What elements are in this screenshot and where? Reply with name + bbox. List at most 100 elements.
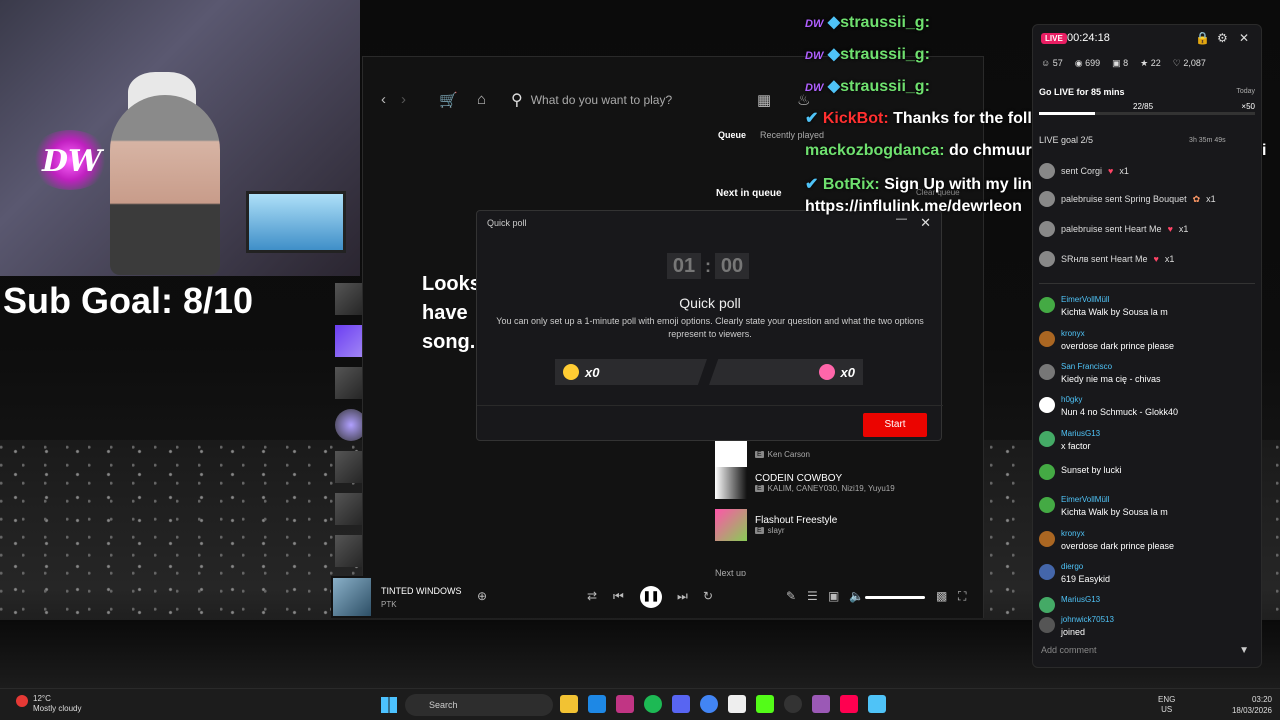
chat-username[interactable]: h0gky (1061, 395, 1178, 404)
tab-recently-played[interactable]: Recently played (760, 130, 824, 140)
add-comment-input[interactable]: Add comment (1041, 645, 1097, 655)
chat-username[interactable]: MariusG13 (1061, 429, 1100, 438)
kick-icon[interactable] (756, 695, 774, 713)
close-icon[interactable]: ✕ (1239, 31, 1249, 45)
poll-option-right[interactable]: x0 (709, 359, 863, 385)
track-artist: slayr (767, 526, 785, 535)
windows-start-icon[interactable] (381, 697, 397, 713)
next-icon[interactable]: ⏭ (677, 589, 688, 604)
device-icon[interactable]: ▣ (828, 589, 839, 603)
cart-icon[interactable]: 🛒 (439, 91, 458, 109)
obs-icon[interactable] (784, 695, 802, 713)
avatar[interactable] (1039, 531, 1055, 547)
dialog-title: Quick poll (487, 218, 527, 228)
taskbar-search[interactable]: Search (405, 694, 553, 716)
queue-track[interactable]: E Ken Carson (715, 438, 810, 470)
next-in-queue-heading: Next in queue (716, 188, 782, 199)
chrome-icon[interactable] (700, 695, 718, 713)
avatar[interactable] (1039, 464, 1055, 480)
search-input[interactable]: What do you want to play? (531, 93, 672, 107)
discord-icon[interactable] (672, 695, 690, 713)
explicit-badge: E (755, 527, 764, 534)
live-timer: 00:24:18 (1067, 32, 1110, 44)
windows-taskbar: 12°C Mostly cloudy Search ENG US 03:20 18/0… (0, 688, 1280, 720)
avatar[interactable] (1039, 431, 1055, 447)
heart-icon: ♥ (1153, 254, 1159, 264)
browse-icon[interactable]: ▦ (757, 91, 771, 109)
track-title: CODEIN COWBOY (755, 473, 843, 484)
gift-alert: sent Corgi ♥ x1 (1039, 163, 1129, 179)
file-explorer-icon[interactable] (560, 695, 578, 713)
goal-progress-text: 22/85 (1133, 102, 1154, 111)
explicit-badge: E (755, 450, 764, 458)
now-playing-artist[interactable]: PTK (381, 600, 397, 609)
notepad-icon[interactable] (868, 695, 886, 713)
pause-button[interactable]: ❚❚ (640, 586, 662, 608)
fullscreen-icon[interactable]: ⛶ (958, 589, 966, 604)
language-indicator[interactable]: ENG US (1158, 695, 1175, 715)
forward-icon[interactable]: › (401, 91, 406, 108)
repeat-icon[interactable]: ↻ (703, 589, 713, 603)
chat-username[interactable]: diergo (1061, 562, 1110, 571)
stream-stats: ☺ 57 ◉ 699 ▣ 8 ★ 22 ♡ 2,087 (1041, 58, 1206, 69)
likes-stat: ♡ 2,087 (1172, 58, 1206, 68)
home-icon[interactable]: ⌂ (477, 91, 486, 108)
add-to-library-icon[interactable]: ⊕ (477, 589, 487, 603)
chat-text: 619 Easykid (1061, 574, 1111, 584)
start-button[interactable]: Start (863, 413, 927, 437)
shuffle-icon[interactable]: ⇄ (587, 589, 597, 603)
chat-username[interactable]: johnwick70513 (1061, 615, 1114, 624)
avatar[interactable] (1039, 364, 1055, 380)
app-icon[interactable] (812, 695, 830, 713)
shocked-emoji-icon (818, 364, 835, 380)
miniplayer-icon[interactable]: ▩ (936, 589, 947, 603)
tab-queue[interactable]: Queue (718, 130, 746, 140)
filter-icon[interactable]: ▼ (1239, 645, 1249, 656)
close-icon[interactable]: ✕ (920, 215, 931, 231)
avatar[interactable] (1039, 597, 1055, 613)
back-icon[interactable]: ‹ (381, 91, 386, 108)
gifts-stat: ▣ 8 (1112, 58, 1129, 68)
views-stat: ◉ 699 (1074, 58, 1101, 68)
previous-icon[interactable]: ⏮ (613, 589, 624, 604)
app-icon[interactable] (728, 695, 746, 713)
clock[interactable]: 03:20 18/03/2026 (1232, 694, 1272, 716)
search-bar[interactable]: ⚲ What do you want to play? (511, 87, 741, 113)
today-label: Today (1236, 88, 1255, 95)
volume-icon[interactable]: 🔈 (849, 589, 864, 603)
avatar[interactable] (1039, 564, 1055, 580)
chat-username[interactable]: EimerVollMüll (1061, 295, 1168, 304)
queue-icon[interactable]: ☰ (807, 589, 818, 603)
now-playing-cover[interactable] (333, 578, 371, 616)
settings-icon[interactable]: ⚙ (1217, 31, 1228, 45)
avatar[interactable] (1039, 497, 1055, 513)
volume-slider[interactable] (865, 596, 925, 599)
chat-username[interactable]: San Francisco (1061, 362, 1161, 371)
avatar[interactable] (1039, 397, 1055, 413)
track-artist: KALIM, CANEY030, Nizi19, Yuyu19 (767, 484, 895, 493)
avatar[interactable] (1039, 617, 1055, 633)
queue-track[interactable]: Flashout Freestyle Eslayr (715, 509, 837, 541)
tiktok-icon[interactable] (840, 695, 858, 713)
chat-username[interactable]: MariusG13 (1061, 595, 1100, 604)
queue-track[interactable]: CODEIN COWBOY E KALIM, CANEY030, Nizi19, … (715, 467, 895, 499)
instagram-icon[interactable] (616, 695, 634, 713)
timer-minutes[interactable]: 01 (667, 253, 701, 279)
avatar[interactable] (1039, 297, 1055, 313)
overlay-chat-line: DW ◆straussii_g: (805, 78, 930, 95)
lyrics-icon[interactable]: ✎ (786, 589, 796, 603)
avatar[interactable] (1039, 331, 1055, 347)
gift-alert: palebruise sent Spring Bouquet ✿ x1 (1039, 191, 1216, 207)
store-icon[interactable] (588, 695, 606, 713)
chat-username[interactable]: EimerVollMüll (1061, 495, 1168, 504)
gift-alert: palebruise sent Heart Me ♥ x1 (1039, 221, 1188, 237)
timer-seconds[interactable]: 00 (715, 253, 749, 279)
now-playing-title[interactable]: TINTED WINDOWS (381, 586, 462, 596)
poll-option-left[interactable]: x0 (555, 359, 707, 385)
spotify-icon[interactable] (644, 695, 662, 713)
lock-icon[interactable]: 🔒 (1195, 31, 1210, 45)
poll-title: Quick poll (679, 295, 741, 311)
chat-username[interactable]: kronyx (1061, 529, 1174, 538)
weather-widget[interactable]: 12°C Mostly cloudy (33, 694, 81, 714)
chat-username[interactable]: kronyx (1061, 329, 1174, 338)
